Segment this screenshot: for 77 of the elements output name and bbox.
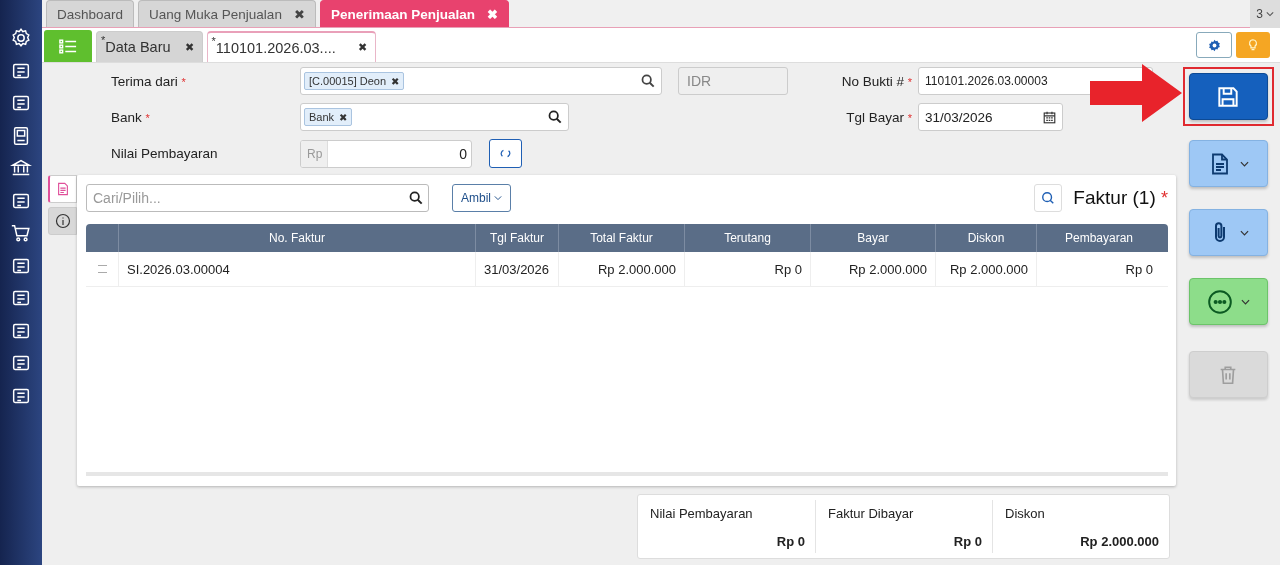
table-cell: Rp 2.000.000 bbox=[935, 252, 1036, 286]
customer-select[interactable]: [C.00015] Deon ✖ bbox=[300, 67, 662, 95]
close-icon[interactable]: ✖ bbox=[486, 6, 498, 22]
currency-prefix: Rp bbox=[301, 140, 328, 167]
amount-field[interactable]: Rp 0 bbox=[300, 139, 472, 168]
top-tab[interactable]: Penerimaan Penjualan ✖ bbox=[319, 0, 509, 27]
search-icon[interactable] bbox=[409, 191, 423, 205]
chevron-down-icon[interactable] bbox=[1239, 160, 1249, 167]
table-cell: SI.2026.03.00004 bbox=[118, 252, 475, 286]
field-label: No Bukti # * bbox=[840, 73, 913, 89]
column-header[interactable]: Terutang bbox=[684, 224, 810, 252]
column-header[interactable]: Diskon bbox=[935, 224, 1036, 252]
search-button[interactable] bbox=[1034, 184, 1063, 212]
top-tab[interactable]: Uang Muka Penjualan ✖ bbox=[138, 0, 316, 27]
remove-icon[interactable]: ✖ bbox=[391, 76, 400, 87]
field-label: Terima dari * bbox=[111, 73, 187, 89]
bank-chip: Bank ✖ bbox=[304, 108, 353, 126]
bank-select[interactable]: Bank ✖ bbox=[300, 103, 569, 131]
search-icon[interactable] bbox=[641, 74, 655, 88]
column-header[interactable]: Tgl Faktur bbox=[475, 224, 558, 252]
info-icon[interactable] bbox=[54, 213, 71, 229]
more-icon[interactable] bbox=[1206, 288, 1233, 315]
amount-value: 0 bbox=[458, 145, 468, 162]
column-header[interactable]: No. Faktur bbox=[118, 224, 475, 252]
search-field[interactable]: Cari/Pilih... bbox=[86, 184, 429, 212]
document-tab[interactable]: $^{*}$110101.2026.03.... ✖ bbox=[206, 31, 376, 62]
search-icon[interactable] bbox=[1041, 191, 1056, 205]
document-tab[interactable] bbox=[48, 175, 77, 203]
column-header[interactable]: Bayar bbox=[810, 224, 935, 252]
tab-counter-dropdown[interactable]: 3 bbox=[1250, 0, 1280, 28]
save-button[interactable] bbox=[1188, 73, 1268, 120]
refresh-button[interactable] bbox=[489, 139, 522, 168]
info-tab[interactable] bbox=[48, 207, 77, 235]
date-value: 31/03/2026 bbox=[925, 109, 993, 125]
document-button[interactable] bbox=[1188, 140, 1268, 187]
attachment-button[interactable] bbox=[1188, 209, 1268, 256]
ambil-dropdown[interactable]: Ambil bbox=[452, 184, 511, 212]
remove-icon[interactable]: ✖ bbox=[339, 112, 348, 123]
column-header[interactable]: Total Faktur bbox=[558, 224, 684, 252]
document-tab[interactable]: $^{*}$Data Baru ✖ bbox=[96, 31, 203, 62]
chevron-down-icon[interactable] bbox=[1266, 11, 1274, 17]
drag-handle-icon[interactable] bbox=[97, 265, 107, 273]
summary-label: Faktur Dibayar bbox=[828, 506, 915, 521]
field-label: Bank * bbox=[111, 109, 151, 125]
more-button[interactable] bbox=[1188, 278, 1268, 325]
chevron-down-icon[interactable] bbox=[1239, 229, 1249, 236]
summary-value: Rp 2.000.000 bbox=[1079, 534, 1159, 549]
calendar-icon[interactable] bbox=[1043, 110, 1056, 124]
close-icon[interactable]: ✖ bbox=[293, 6, 305, 22]
column-header[interactable]: Pembayaran bbox=[1036, 224, 1161, 252]
close-icon[interactable]: ✖ bbox=[357, 41, 367, 54]
currency-field[interactable]: IDR bbox=[678, 67, 788, 95]
summary-label: Nilai Pembayaran bbox=[650, 506, 754, 521]
gear-icon[interactable] bbox=[1207, 38, 1221, 52]
cart-icon[interactable] bbox=[10, 222, 32, 244]
close-icon[interactable]: ✖ bbox=[184, 40, 194, 54]
chevron-down-icon[interactable] bbox=[494, 195, 502, 201]
summary-label: Diskon bbox=[1005, 506, 1046, 521]
field-label: Nilai Pembayaran bbox=[111, 146, 219, 161]
date-field[interactable]: 31/03/2026 bbox=[918, 103, 1063, 131]
summary-value: Rp 0 bbox=[775, 534, 805, 549]
table-cell: 31/03/2026 bbox=[475, 252, 558, 286]
customer-chip: [C.00015] Deon ✖ bbox=[304, 72, 405, 90]
settings-button[interactable] bbox=[1196, 32, 1232, 58]
document-icon[interactable] bbox=[56, 182, 70, 196]
field-label: Tgl Bayar * bbox=[845, 109, 913, 125]
gear-icon[interactable] bbox=[10, 27, 32, 49]
table-cell: Rp 0 bbox=[1036, 252, 1161, 286]
table-cell: Rp 2.000.000 bbox=[558, 252, 684, 286]
top-tab[interactable]: Dashboard bbox=[46, 0, 135, 27]
summary-value: Rp 0 bbox=[952, 534, 982, 549]
search-icon[interactable] bbox=[548, 110, 562, 124]
refresh-icon[interactable] bbox=[500, 148, 511, 159]
table-cell: Rp 0 bbox=[684, 252, 810, 286]
table-cell: Rp 2.000.000 bbox=[810, 252, 935, 286]
panel-title: Faktur (1) * bbox=[1073, 187, 1168, 209]
chevron-down-icon[interactable] bbox=[1240, 298, 1250, 305]
